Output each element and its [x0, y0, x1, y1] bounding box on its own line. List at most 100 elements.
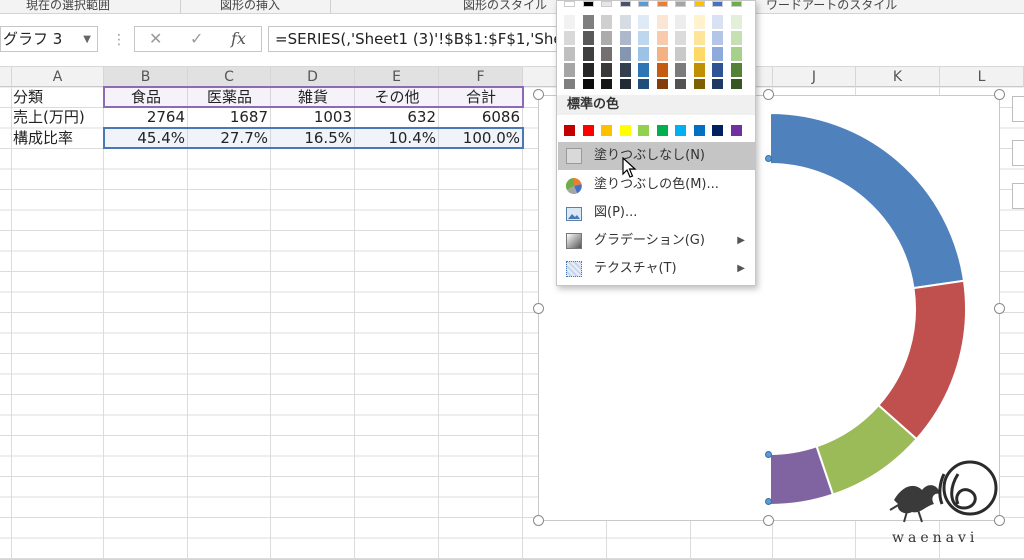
cell-f3[interactable]: 100.0% — [439, 128, 523, 148]
theme-color-swatch[interactable] — [601, 31, 612, 45]
theme-color-swatch[interactable] — [564, 47, 575, 61]
theme-color-swatch[interactable] — [730, 15, 742, 29]
theme-color-swatch[interactable] — [712, 47, 723, 61]
theme-color-swatch[interactable] — [712, 15, 723, 29]
column-header-a[interactable]: A — [12, 67, 104, 87]
theme-color-swatch[interactable] — [730, 79, 742, 89]
chart-styles-button[interactable] — [1012, 140, 1024, 166]
cell-b2[interactable]: 2764 — [104, 107, 188, 127]
theme-color-swatch[interactable] — [564, 15, 575, 29]
doughnut-segment-1[interactable] — [769, 111, 966, 290]
theme-color-swatch[interactable] — [582, 79, 594, 89]
chevron-down-icon[interactable]: ▼ — [83, 28, 91, 52]
standard-color-swatch[interactable] — [582, 125, 594, 136]
theme-color-swatch[interactable] — [693, 63, 705, 77]
resize-handle-top[interactable] — [763, 89, 774, 100]
insert-function-icon[interactable]: fx — [231, 29, 246, 48]
column-header-f[interactable]: F — [439, 67, 523, 87]
menu-item-picture[interactable]: 図(P)... — [558, 199, 755, 227]
column-header-c[interactable]: C — [188, 67, 271, 87]
cell-c1[interactable]: 医薬品 — [188, 87, 271, 107]
theme-color-swatch[interactable] — [675, 15, 686, 29]
theme-color-swatch[interactable] — [582, 1, 594, 7]
theme-color-swatch[interactable] — [638, 15, 649, 29]
standard-color-swatch[interactable] — [619, 125, 631, 136]
select-all-corner[interactable] — [0, 67, 12, 87]
theme-color-swatch[interactable] — [675, 79, 686, 89]
theme-color-swatch[interactable] — [619, 47, 631, 61]
chart-filters-button[interactable] — [1012, 183, 1024, 209]
standard-color-swatch[interactable] — [656, 125, 668, 136]
theme-color-swatch[interactable] — [638, 63, 649, 77]
cell-e1[interactable]: その他 — [355, 87, 439, 107]
cell-b1[interactable]: 食品 — [104, 87, 188, 107]
theme-color-swatch[interactable] — [675, 1, 686, 7]
resize-handle-right[interactable] — [994, 303, 1005, 314]
menu-item-gradient[interactable]: グラデーション(G) ▶ — [558, 227, 755, 255]
cell-b3[interactable]: 45.4% — [104, 128, 188, 148]
theme-color-swatch[interactable] — [675, 31, 686, 45]
theme-color-swatch[interactable] — [675, 63, 686, 77]
theme-color-swatch[interactable] — [582, 31, 594, 45]
theme-color-swatch[interactable] — [730, 63, 742, 77]
cell-d1[interactable]: 雑貨 — [271, 87, 355, 107]
theme-color-swatch[interactable] — [656, 47, 668, 61]
menu-item-no-fill[interactable]: 塗りつぶしなし(N) — [558, 142, 755, 170]
theme-color-swatch[interactable] — [564, 63, 575, 77]
theme-color-swatch[interactable] — [730, 31, 742, 45]
theme-color-swatch[interactable] — [582, 15, 594, 29]
theme-color-swatch[interactable] — [712, 79, 723, 89]
theme-color-swatch[interactable] — [582, 47, 594, 61]
resize-handle-bottom[interactable] — [763, 515, 774, 526]
theme-color-swatch[interactable] — [656, 1, 668, 7]
doughnut-segment-2[interactable] — [877, 279, 967, 441]
name-box[interactable]: グラフ 3 ▼ — [0, 26, 98, 52]
theme-color-swatch[interactable] — [564, 31, 575, 45]
theme-color-swatch[interactable] — [619, 1, 631, 7]
theme-color-swatch[interactable] — [712, 1, 723, 7]
data-point-handle[interactable] — [765, 155, 772, 162]
resize-handle-top-left[interactable] — [533, 89, 544, 100]
theme-color-swatch[interactable] — [619, 63, 631, 77]
theme-color-swatch[interactable] — [656, 31, 668, 45]
standard-color-swatch[interactable] — [730, 125, 742, 136]
cell-e3[interactable]: 10.4% — [355, 128, 439, 148]
resize-handle-top-right[interactable] — [994, 89, 1005, 100]
theme-color-swatch[interactable] — [638, 79, 649, 89]
theme-color-swatch[interactable] — [601, 1, 612, 7]
theme-color-swatch[interactable] — [638, 31, 649, 45]
theme-color-swatch[interactable] — [693, 1, 705, 7]
theme-color-swatch[interactable] — [656, 79, 668, 89]
cell-a1[interactable]: 分類 — [13, 87, 103, 107]
theme-color-swatch[interactable] — [656, 15, 668, 29]
theme-color-swatch[interactable] — [656, 63, 668, 77]
column-header-b[interactable]: B — [104, 67, 188, 87]
theme-color-swatch[interactable] — [582, 63, 594, 77]
theme-color-swatch[interactable] — [619, 15, 631, 29]
standard-color-swatch[interactable] — [638, 125, 649, 136]
theme-color-swatch[interactable] — [601, 79, 612, 89]
data-point-handle[interactable] — [765, 498, 772, 505]
theme-color-swatch[interactable] — [712, 63, 723, 77]
theme-color-swatch[interactable] — [638, 1, 649, 7]
theme-color-swatch[interactable] — [693, 31, 705, 45]
cell-d2[interactable]: 1003 — [271, 107, 355, 127]
theme-color-swatch[interactable] — [638, 47, 649, 61]
theme-color-swatch[interactable] — [675, 47, 686, 61]
cell-c2[interactable]: 1687 — [188, 107, 271, 127]
theme-color-swatch[interactable] — [601, 63, 612, 77]
chart-elements-button[interactable] — [1012, 96, 1024, 122]
menu-item-more-fill-colors[interactable]: 塗りつぶしの色(M)... — [558, 171, 755, 199]
column-header-l[interactable]: L — [940, 67, 1024, 87]
formula-bar-grip-icon[interactable]: ⋮ — [112, 32, 126, 48]
column-header-e[interactable]: E — [355, 67, 439, 87]
cell-e2[interactable]: 632 — [355, 107, 439, 127]
standard-color-swatch[interactable] — [601, 125, 612, 136]
theme-color-swatch[interactable] — [564, 79, 575, 89]
theme-color-swatch[interactable] — [601, 15, 612, 29]
theme-color-swatch[interactable] — [564, 1, 575, 7]
data-point-handle[interactable] — [765, 451, 772, 458]
theme-color-swatch[interactable] — [601, 47, 612, 61]
theme-color-swatch[interactable] — [693, 15, 705, 29]
cell-d3[interactable]: 16.5% — [271, 128, 355, 148]
